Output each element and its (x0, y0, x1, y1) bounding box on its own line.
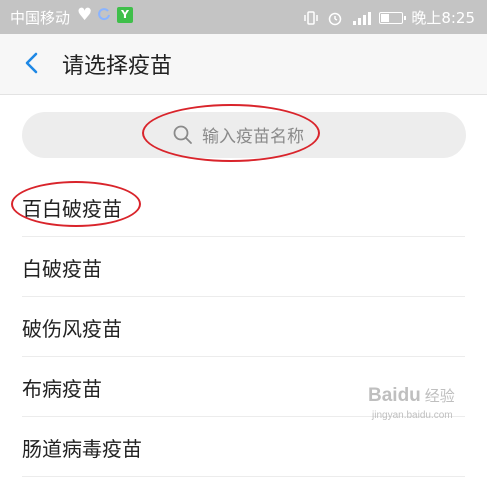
status-bar: 中国移动 ♥ Y 晚上8:25 (0, 0, 487, 34)
annotation-ellipse-first-item (11, 181, 141, 227)
alarm-icon (329, 12, 342, 25)
battery-icon (379, 11, 407, 24)
list-item-label: 白破疫苗 (22, 257, 102, 281)
signal-icon (353, 11, 372, 25)
watermark-sub: 经验 (424, 387, 455, 405)
app-badge-icon: Y (117, 7, 133, 23)
app-bar: 请选择疫苗 (0, 34, 487, 95)
list-item-label: 破伤风疫苗 (22, 317, 122, 341)
vibrate-icon (304, 10, 319, 25)
list-item[interactable]: 白破疫苗 (22, 237, 465, 297)
sync-icon (98, 8, 110, 21)
page-title: 请选择疫苗 (62, 54, 173, 79)
watermark-url: jingyan.baidu.com (372, 410, 453, 421)
watermark-logo: Baidu 经验 (368, 385, 455, 407)
list-item-label: 布病疫苗 (22, 377, 102, 401)
carrier-label: 中国移动 (10, 9, 71, 27)
clock: 晚上8:25 (411, 9, 475, 27)
list-item[interactable]: 破伤风疫苗 (22, 297, 465, 357)
back-icon[interactable] (18, 48, 48, 78)
list-item[interactable]: 肠道病毒疫苗 (22, 417, 465, 477)
heart-icon: ♥ (77, 5, 93, 25)
watermark-brand: Baidu (368, 385, 421, 406)
list-item-label: 肠道病毒疫苗 (22, 437, 142, 461)
annotation-ellipse-search (142, 104, 320, 162)
